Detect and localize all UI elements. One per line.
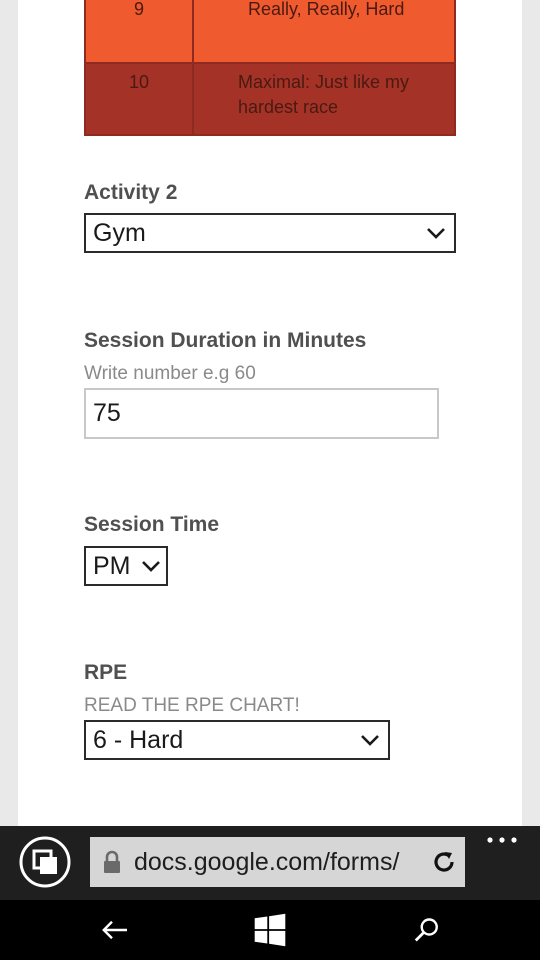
refresh-icon[interactable] <box>430 848 458 876</box>
address-bar[interactable]: docs.google.com/forms/ <box>90 837 465 887</box>
rpe-selected-value: 6 - Hard <box>93 725 184 754</box>
activity2-label: Activity 2 <box>84 181 178 204</box>
rpe-description: Really, Really, Hard <box>248 0 405 19</box>
rpe-description-line: Maximal: Just like my <box>238 72 410 92</box>
start-button[interactable] <box>250 910 290 950</box>
rpe-chart-table: 9 Really, Really, Hard 10 Maximal: Just … <box>84 0 456 136</box>
more-icon[interactable] <box>484 832 524 852</box>
back-arrow-icon <box>102 920 127 940</box>
session-time-select[interactable]: PM <box>84 546 168 586</box>
duration-help-text: Write number e.g 60 <box>84 363 256 384</box>
chevron-down-icon <box>361 735 379 746</box>
windows-start-icon <box>254 913 286 947</box>
session-time-label: Session Time <box>84 513 220 536</box>
rpe-help-text: READ THE RPE CHART! <box>84 695 300 716</box>
search-icon <box>414 918 438 942</box>
chevron-down-icon <box>142 561 160 572</box>
url-text: docs.google.com/forms/ <box>134 847 400 876</box>
rpe-row-9: 9 Really, Really, Hard <box>86 0 454 62</box>
back-button[interactable] <box>95 910 135 950</box>
tabs-icon[interactable] <box>19 836 71 888</box>
rpe-row-10: 10 Maximal: Just like my hardest race <box>86 62 454 134</box>
rpe-description-line: hardest race <box>238 97 339 117</box>
rpe-label: RPE <box>84 661 128 684</box>
duration-input[interactable] <box>84 388 439 439</box>
lock-icon <box>104 850 120 873</box>
activity2-select[interactable]: Gym <box>84 213 456 253</box>
rpe-select[interactable]: 6 - Hard <box>84 720 390 760</box>
session-time-selected-value: PM <box>93 551 131 580</box>
activity2-selected-value: Gym <box>93 218 146 247</box>
duration-label: Session Duration in Minutes <box>84 329 367 352</box>
rpe-level: 10 <box>86 64 194 134</box>
rpe-description: Maximal: Just like my hardest race <box>194 64 454 134</box>
chevron-down-icon <box>427 228 445 239</box>
rpe-level: 9 <box>86 0 194 62</box>
search-button[interactable] <box>407 910 447 950</box>
